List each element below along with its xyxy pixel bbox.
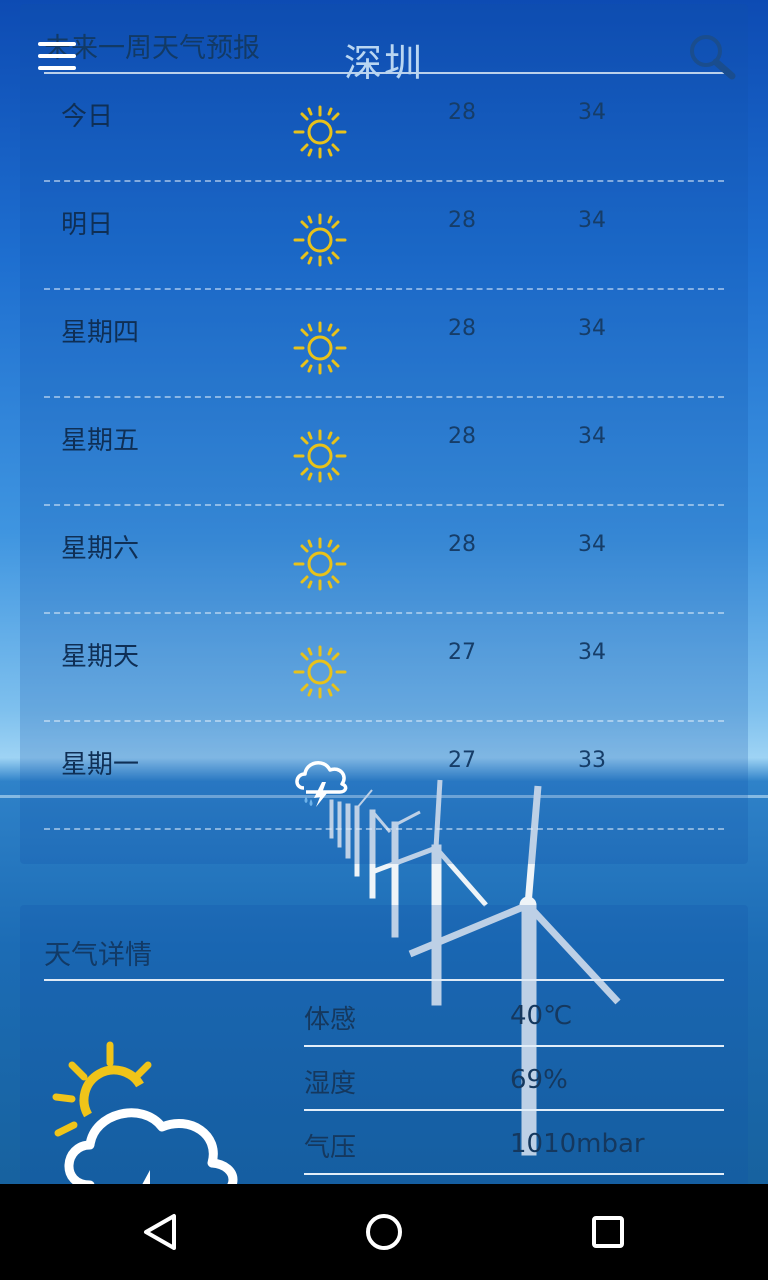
detail-value: 69% — [510, 1065, 568, 1095]
detail-value: 40℃ — [510, 1001, 573, 1031]
details-divider — [44, 979, 724, 981]
forecast-low-temp: 28 — [448, 316, 476, 341]
sunny-icon — [292, 320, 348, 376]
forecast-low-temp: 27 — [448, 748, 476, 773]
forecast-high-temp: 34 — [578, 424, 606, 449]
detail-pressure: 气压 1010mbar — [304, 1111, 724, 1175]
recents-square-icon[interactable] — [584, 1208, 632, 1256]
forecast-day: 星期天 — [61, 642, 140, 672]
forecast-day: 星期四 — [61, 318, 140, 348]
forecast-row[interactable]: 星期六 28 34 — [44, 506, 724, 614]
sunny-icon — [292, 212, 348, 268]
detail-feels-like: 体感 40℃ — [304, 983, 724, 1047]
forecast-low-temp: 28 — [448, 532, 476, 557]
forecast-row[interactable]: 星期一 27 33 — [44, 722, 724, 830]
thunderstorm-icon — [292, 752, 348, 808]
sun-cloud-thunder-icon — [52, 1041, 238, 1184]
detail-label: 湿度 — [304, 1069, 357, 1099]
forecast-high-temp: 33 — [578, 748, 606, 773]
system-navigation-bar — [0, 1184, 768, 1280]
forecast-row[interactable]: 星期四 28 34 — [44, 290, 724, 398]
forecast-day: 明日 — [61, 210, 114, 240]
details-title: 天气详情 — [44, 940, 152, 971]
forecast-row[interactable]: 明日 28 34 — [44, 182, 724, 290]
sunny-icon — [292, 104, 348, 160]
detail-value: 1010mbar — [510, 1129, 645, 1159]
sunny-icon — [292, 644, 348, 700]
forecast-high-temp: 34 — [578, 532, 606, 557]
search-icon[interactable] — [686, 32, 736, 80]
forecast-low-temp: 28 — [448, 208, 476, 233]
detail-humidity: 湿度 69% — [304, 1047, 724, 1111]
back-triangle-icon[interactable] — [136, 1208, 184, 1256]
forecast-high-temp: 34 — [578, 208, 606, 233]
forecast-low-temp: 28 — [448, 424, 476, 449]
forecast-day: 星期一 — [61, 750, 140, 780]
detail-label: 体感 — [304, 1005, 357, 1035]
city-title[interactable]: 深圳 — [0, 32, 768, 87]
forecast-day: 星期五 — [61, 426, 140, 456]
forecast-row[interactable]: 星期五 28 34 — [44, 398, 724, 506]
forecast-high-temp: 34 — [578, 316, 606, 341]
row-divider — [44, 828, 724, 830]
forecast-high-temp: 34 — [578, 640, 606, 665]
sunny-icon — [292, 428, 348, 484]
forecast-day: 星期六 — [61, 534, 140, 564]
forecast-low-temp: 27 — [448, 640, 476, 665]
detail-rule — [304, 1173, 724, 1175]
app-bar: 深圳 — [0, 0, 768, 110]
home-circle-icon[interactable] — [360, 1208, 408, 1256]
app-screen: 未来一周天气预报 今日 28 34 明日 28 34 星期四 28 34 星期五… — [0, 0, 768, 1184]
weather-details-card: 天气详情 体感 40℃ 湿度 69% 气压 1010mbar — [20, 905, 748, 1184]
detail-label: 气压 — [304, 1133, 357, 1163]
forecast-row[interactable]: 星期天 27 34 — [44, 614, 724, 722]
sunny-icon — [292, 536, 348, 592]
